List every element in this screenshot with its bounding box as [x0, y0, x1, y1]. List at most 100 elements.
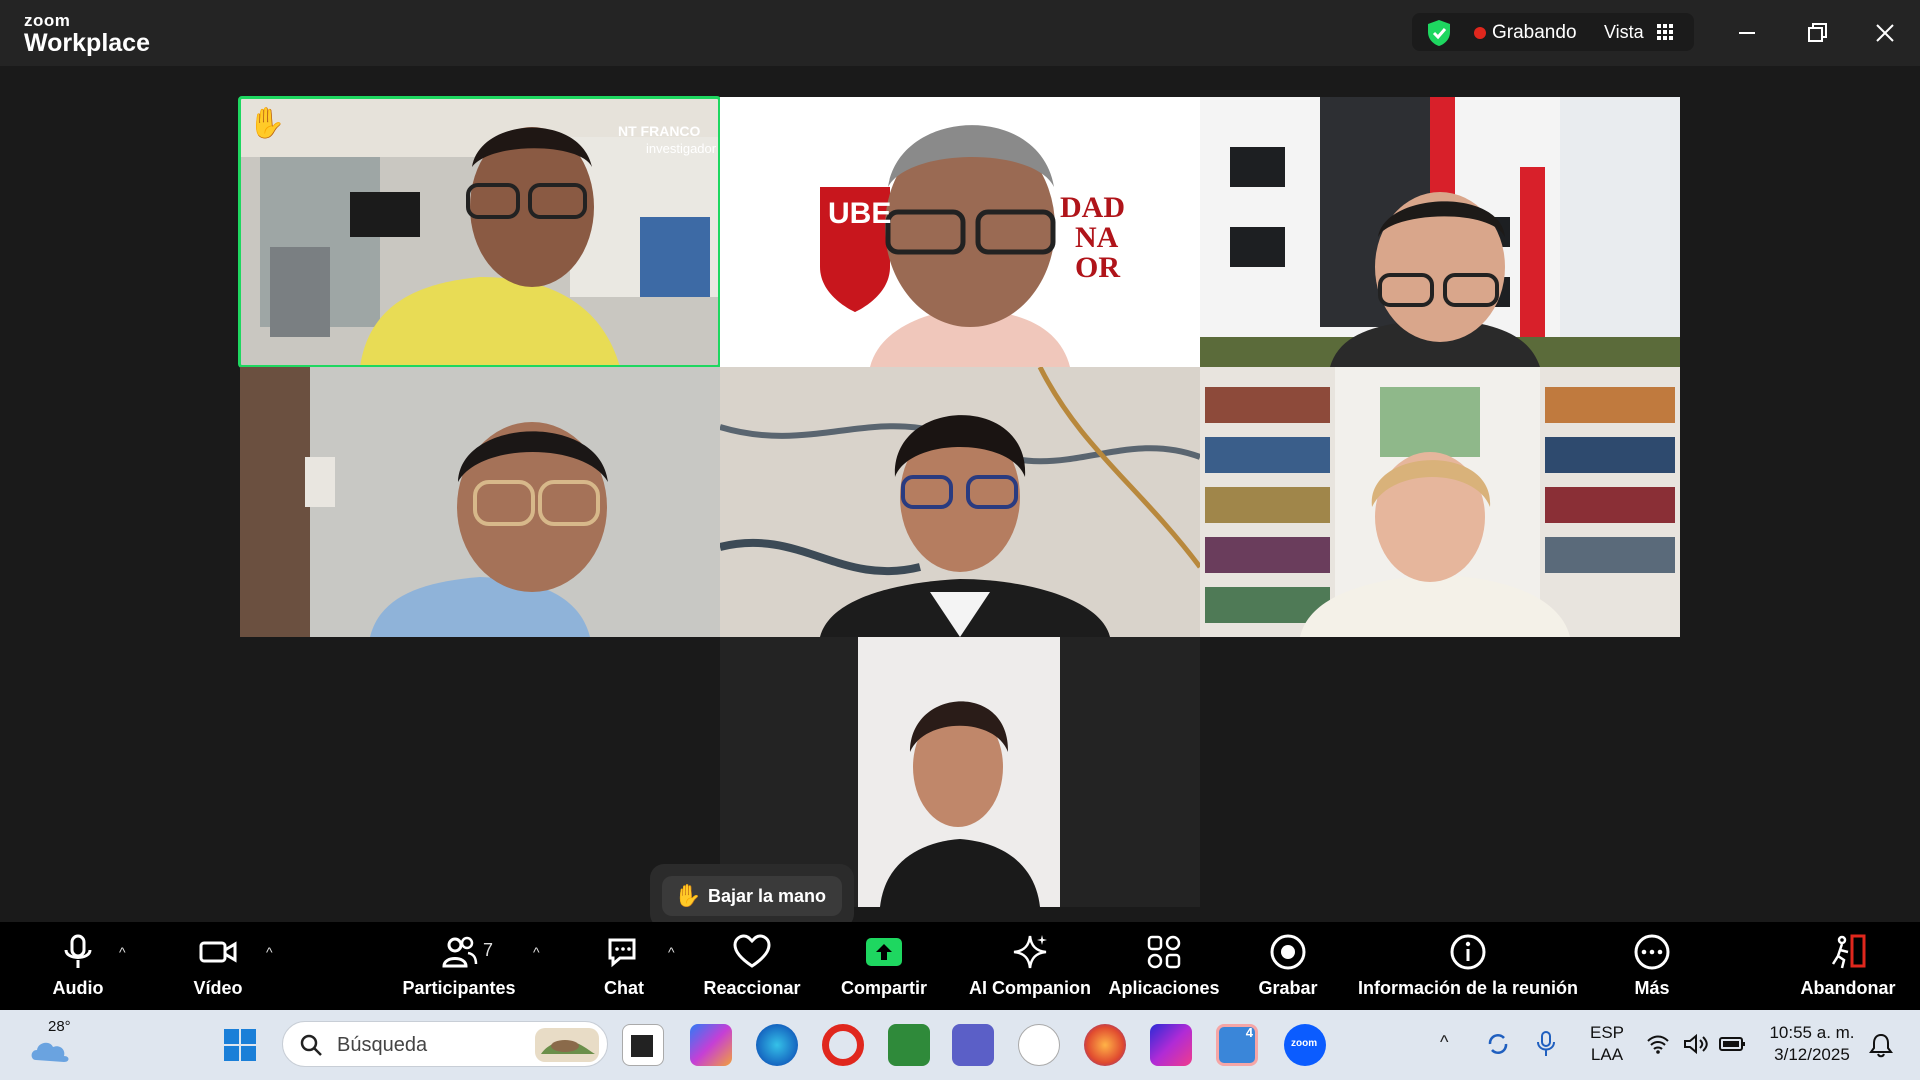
outlook-icon[interactable]: 4: [1216, 1024, 1258, 1066]
leave-door-icon: [1831, 934, 1866, 969]
recording-status-pill[interactable]: Grabando Vista: [1412, 13, 1694, 51]
hand-icon: ✋: [674, 883, 702, 908]
meeting-info-button[interactable]: Información de la reunión: [1354, 922, 1582, 1010]
brand-bottom: Workplace: [24, 29, 150, 57]
participants-options-caret-icon[interactable]: ^: [533, 944, 540, 960]
security-shield-icon[interactable]: [1426, 19, 1452, 47]
tile1-overlay-role: investigador: [646, 141, 717, 156]
zoom-logo: zoom Workplace: [24, 12, 150, 56]
share-button[interactable]: Compartir: [836, 922, 932, 1010]
language-indicator[interactable]: ESP LAA: [1582, 1022, 1632, 1066]
clock-time: 10:55 a. m.: [1769, 1023, 1855, 1042]
video-tile-5[interactable]: [720, 367, 1200, 637]
ai-companion-label: AI Companion: [969, 978, 1091, 998]
notifications-bell-icon[interactable]: [1868, 1032, 1894, 1058]
share-label: Compartir: [840, 978, 927, 998]
apps-label: Aplicaciones: [1108, 978, 1220, 998]
network-app-icon[interactable]: [888, 1024, 930, 1066]
video-camera-icon: [199, 941, 237, 963]
battery-icon[interactable]: [1718, 1034, 1748, 1054]
video-tile-2[interactable]: DAD NA OR UBE: [720, 97, 1200, 367]
video-tile-3[interactable]: [1200, 97, 1680, 367]
audio-button[interactable]: Audio: [40, 922, 116, 1010]
app-globe-icon[interactable]: [1018, 1024, 1060, 1066]
lower-hand-button[interactable]: ✋ Bajar la mano: [662, 876, 842, 916]
ai-companion-button[interactable]: AI Companion: [960, 922, 1100, 1010]
search-icon: [300, 1034, 322, 1056]
view-button[interactable]: Vista: [1604, 22, 1644, 43]
recording-dot-icon: [1474, 27, 1486, 39]
windows-start-icon[interactable]: [222, 1027, 258, 1063]
meeting-toolbar: Audio ^ Vídeo ^ Participantes 7 ^ Chat ^…: [0, 922, 1920, 1010]
info-icon: [1450, 934, 1486, 970]
teams-icon[interactable]: [952, 1024, 994, 1066]
share-screen-icon: [866, 938, 902, 966]
clock[interactable]: 10:55 a. m. 3/12/2025: [1762, 1022, 1862, 1066]
record-icon: [1270, 934, 1306, 970]
edge-browser-icon[interactable]: [756, 1024, 798, 1066]
video-button[interactable]: Vídeo: [180, 922, 256, 1010]
audio-options-caret-icon[interactable]: ^: [119, 944, 126, 960]
zoom-app-icon[interactable]: zoom: [1284, 1024, 1326, 1066]
wifi-icon[interactable]: [1646, 1032, 1670, 1056]
search-highlight-icon: [535, 1028, 599, 1062]
react-label: Reaccionar: [703, 978, 801, 998]
minimize-icon[interactable]: [1730, 16, 1764, 50]
tile2-logo-text: UBE: [828, 197, 892, 230]
language-code: ESP: [1589, 1023, 1625, 1042]
microphone-icon: [64, 934, 92, 968]
video-tile-6[interactable]: [1200, 367, 1680, 637]
chat-options-caret-icon[interactable]: ^: [668, 944, 675, 960]
restore-icon[interactable]: [1800, 16, 1834, 50]
leave-button[interactable]: Abandonar: [1794, 922, 1902, 1010]
sparkle-icon: [1013, 935, 1047, 969]
participants-button[interactable]: Participantes: [400, 922, 518, 1010]
video-tile-4[interactable]: [240, 367, 720, 637]
recording-label: Grabando: [1492, 22, 1577, 43]
firefox-icon[interactable]: [1084, 1024, 1126, 1066]
opera-browser-icon[interactable]: [822, 1024, 864, 1066]
brand-top: zoom: [24, 11, 71, 30]
task-view-icon[interactable]: [622, 1024, 664, 1066]
participants-icon: [442, 936, 478, 968]
video-options-caret-icon[interactable]: ^: [266, 944, 273, 960]
lower-hand-label: Bajar la mano: [708, 886, 827, 906]
more-dots-icon: [1634, 934, 1670, 970]
svg-text:OR: OR: [1075, 251, 1120, 284]
svg-text:NA: NA: [1075, 221, 1119, 254]
chat-button[interactable]: Chat: [586, 922, 662, 1010]
volume-icon[interactable]: [1682, 1032, 1710, 1056]
chat-label: Chat: [604, 978, 644, 998]
search-placeholder: Búsqueda: [337, 1034, 428, 1056]
raised-hand-icon: ✋: [248, 107, 286, 140]
grid-view-icon[interactable]: [1656, 23, 1674, 41]
record-button[interactable]: Grabar: [1250, 922, 1326, 1010]
outlook-badge: 4: [1245, 1025, 1253, 1040]
copilot-icon[interactable]: [690, 1024, 732, 1066]
taskbar-search-box[interactable]: Búsqueda: [282, 1021, 608, 1067]
lower-hand-popover: ✋ Bajar la mano: [650, 864, 854, 928]
weather-temperature: 28°: [48, 1018, 71, 1035]
apps-icon: [1147, 935, 1181, 969]
keyboard-layout: LAA: [1590, 1045, 1624, 1064]
title-bar: zoom Workplace Grabando Vista: [0, 0, 1920, 66]
record-label: Grabar: [1258, 978, 1318, 998]
react-button[interactable]: Reaccionar: [700, 922, 804, 1010]
more-button[interactable]: Más: [1614, 922, 1690, 1010]
participants-count: 7: [483, 940, 494, 960]
show-hidden-icons-chevron-icon[interactable]: ^: [1440, 1032, 1448, 1053]
video-label: Vídeo: [193, 978, 243, 998]
chat-bubble-icon: [608, 938, 636, 968]
tile1-overlay-name: NT FRANCO: [618, 123, 701, 139]
close-icon[interactable]: [1868, 16, 1902, 50]
windows-taskbar: 28° Búsqueda 4 zoom ^ ESP LAA 10:55 a. m…: [0, 1010, 1920, 1080]
tray-microphone-icon[interactable]: [1534, 1030, 1558, 1058]
meeting-info-label: Información de la reunión: [1357, 978, 1579, 998]
more-label: Más: [1634, 978, 1670, 998]
media-app-icon[interactable]: [1150, 1024, 1192, 1066]
sync-icon[interactable]: [1484, 1030, 1512, 1058]
apps-button[interactable]: Aplicaciones: [1108, 922, 1220, 1010]
video-tile-1[interactable]: NT FRANCO investigador: [240, 97, 720, 367]
svg-text:DAD: DAD: [1060, 191, 1125, 224]
audio-label: Audio: [52, 978, 104, 998]
